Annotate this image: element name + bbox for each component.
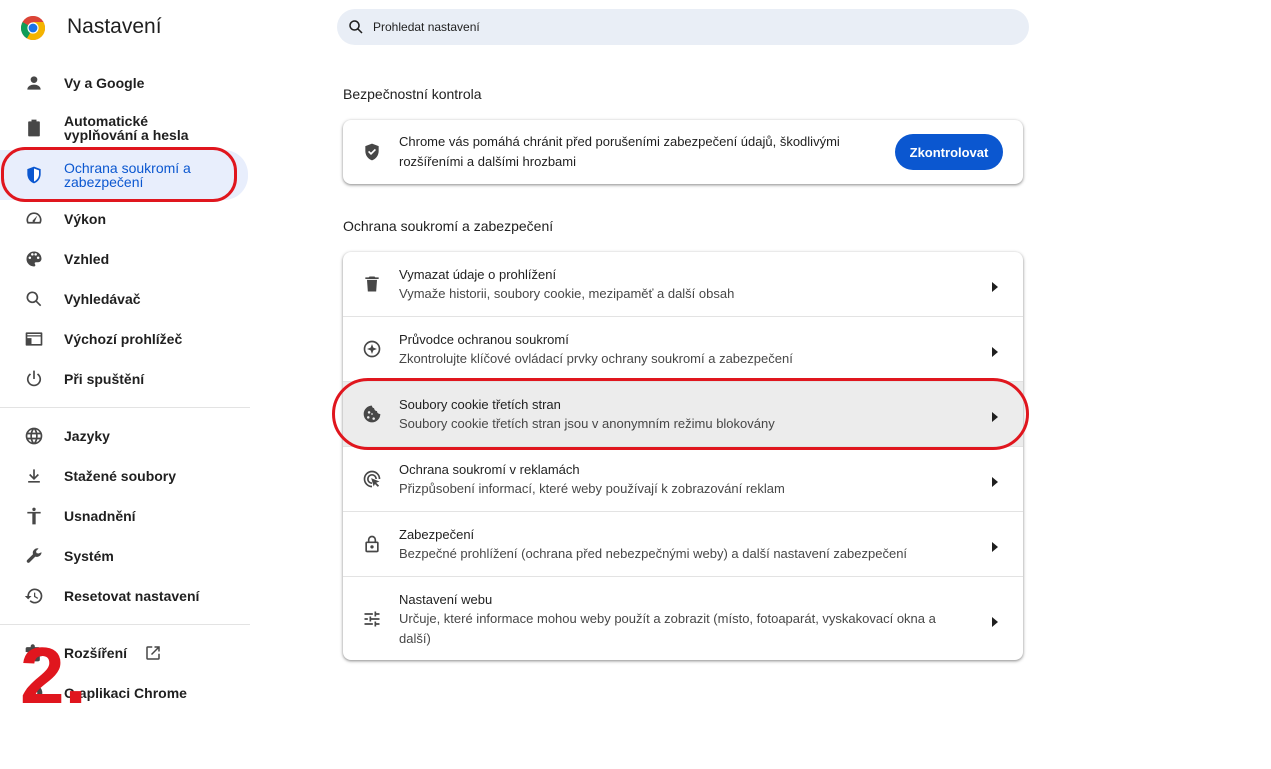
arrow-right-icon: [991, 279, 999, 292]
arrow-right-icon: [991, 344, 999, 357]
sidebar-item-languages[interactable]: Jazyky: [0, 422, 248, 450]
power-icon: [22, 367, 46, 391]
sidebar-item-default-browser[interactable]: Výchozí prohlížeč: [0, 325, 248, 353]
arrow-right-icon: [991, 539, 999, 552]
chrome-logo-icon: [21, 16, 45, 40]
sidebar-item-label: Usnadnění: [64, 508, 136, 524]
row-title: Soubory cookie třetích stran: [399, 397, 561, 412]
sidebar-item-label: Automatické vyplňování a hesla: [64, 113, 189, 143]
sidebar-divider: [0, 407, 250, 408]
sidebar-item-label: Resetovat nastavení: [64, 588, 200, 604]
sidebar-item-performance[interactable]: Výkon: [0, 205, 248, 233]
compass-icon: [361, 338, 383, 360]
sidebar-item-downloads[interactable]: Stažené soubory: [0, 462, 248, 490]
shield-check-icon: [361, 141, 383, 163]
sidebar-item-appearance[interactable]: Vzhled: [0, 245, 248, 273]
row-ad-privacy[interactable]: Ochrana soukromí v reklamách Přizpůsoben…: [343, 447, 1023, 511]
row-subtitle: Bezpečné prohlížení (ochrana před nebezp…: [399, 546, 908, 561]
sidebar-item-label: Stažené soubory: [64, 468, 177, 484]
wrench-icon: [22, 544, 46, 568]
history-icon: [22, 584, 46, 608]
page-title: Nastavení: [67, 15, 162, 38]
arrow-right-icon: [991, 614, 999, 627]
sidebar-item-extensions[interactable]: Rozšíření: [0, 639, 248, 667]
row-title: Průvodce ochranou soukromí: [399, 332, 569, 347]
globe-icon: [22, 424, 46, 448]
person-icon: [22, 71, 46, 95]
row-title: Ochrana soukromí v reklamách: [399, 462, 580, 477]
open-in-new-icon: [144, 644, 162, 662]
browser-window-icon: [22, 327, 46, 351]
arrow-right-icon: [991, 409, 999, 422]
sidebar-item-accessibility[interactable]: Usnadnění: [0, 502, 248, 530]
row-subtitle: Soubory cookie třetích stran jsou v anon…: [399, 416, 775, 431]
sidebar-item-system[interactable]: Systém: [0, 542, 248, 570]
clipboard-icon: [22, 116, 46, 140]
speedometer-icon: [22, 207, 46, 231]
row-title: Vymazat údaje o prohlížení: [399, 267, 557, 282]
arrow-right-icon: [991, 474, 999, 487]
check-now-button[interactable]: Zkontrolovat: [895, 134, 1003, 170]
chrome-icon: [22, 681, 46, 705]
sidebar-item-label: Při spuštění: [64, 371, 145, 387]
safety-check-heading: Bezpečnostní kontrola: [343, 86, 482, 102]
accessibility-icon: [22, 504, 46, 528]
row-subtitle: Vymaže historii, soubory cookie, mezipam…: [399, 286, 735, 301]
download-icon: [22, 464, 46, 488]
settings-header: Nastavení: [0, 0, 250, 58]
safety-check-card: Chrome vás pomáhá chránit před porušením…: [343, 120, 1023, 184]
sidebar-item-label: Vy a Google: [64, 75, 145, 91]
sidebar-item-privacy-security[interactable]: Ochrana soukromí a zabezpečení: [0, 150, 248, 200]
safety-check-description: Chrome vás pomáhá chránit před porušením…: [399, 134, 840, 169]
search-bar[interactable]: [337, 9, 1029, 45]
sidebar-item-on-startup[interactable]: Při spuštění: [0, 365, 248, 393]
safety-check-row: Chrome vás pomáhá chránit před porušením…: [343, 120, 1023, 184]
row-title: Zabezpečení: [399, 527, 475, 542]
row-subtitle: Zkontrolujte klíčové ovládací prvky ochr…: [399, 351, 793, 366]
sidebar-item-label: Vzhled: [64, 251, 110, 267]
puzzle-icon: [22, 641, 46, 665]
sidebar-item-you-and-google[interactable]: Vy a Google: [0, 69, 248, 97]
sidebar-item-reset[interactable]: Resetovat nastavení: [0, 582, 248, 610]
row-site-settings[interactable]: Nastavení webu Určuje, které informace m…: [343, 577, 1023, 660]
row-clear-browsing-data[interactable]: Vymazat údaje o prohlížení Vymaže histor…: [343, 252, 1023, 316]
palette-icon: [22, 247, 46, 271]
sidebar-item-label: Výkon: [64, 211, 107, 227]
search-input[interactable]: [371, 19, 975, 35]
shield-icon: [22, 163, 46, 187]
row-third-party-cookies[interactable]: Soubory cookie třetích stran Soubory coo…: [343, 382, 1023, 446]
privacy-card: Vymazat údaje o prohlížení Vymaže histor…: [343, 252, 1023, 660]
sidebar-item-about-chrome[interactable]: O aplikaci Chrome: [0, 679, 248, 707]
sidebar-item-label: O aplikaci Chrome: [64, 685, 187, 701]
sidebar-item-autofill[interactable]: Automatické vyplňování a hesla: [0, 108, 248, 148]
lock-icon: [361, 533, 383, 555]
search-icon: [349, 20, 363, 34]
sidebar-divider: [0, 624, 250, 625]
search-icon: [22, 287, 46, 311]
privacy-section-heading: Ochrana soukromí a zabezpečení: [343, 218, 554, 234]
trash-icon: [361, 273, 383, 295]
ads-privacy-icon: [361, 468, 383, 490]
sliders-icon: [361, 608, 383, 630]
sidebar-item-label: Výchozí prohlížeč: [64, 331, 183, 347]
sidebar-item-search-engine[interactable]: Vyhledávač: [0, 285, 248, 313]
row-subtitle: Určuje, které informace mohou weby použí…: [399, 611, 936, 646]
row-title: Nastavení webu: [399, 592, 493, 607]
row-subtitle: Přizpůsobení informací, které weby použí…: [399, 481, 785, 496]
sidebar-item-label: Systém: [64, 548, 114, 564]
row-privacy-guide[interactable]: Průvodce ochranou soukromí Zkontrolujte …: [343, 317, 1023, 381]
row-security[interactable]: Zabezpečení Bezpečné prohlížení (ochrana…: [343, 512, 1023, 576]
sidebar-item-label: Ochrana soukromí a zabezpečení: [64, 160, 191, 190]
sidebar-item-label: Jazyky: [64, 428, 110, 444]
cookie-icon: [361, 403, 383, 425]
sidebar-item-label: Rozšíření: [64, 645, 128, 661]
sidebar-item-label: Vyhledávač: [64, 291, 141, 307]
